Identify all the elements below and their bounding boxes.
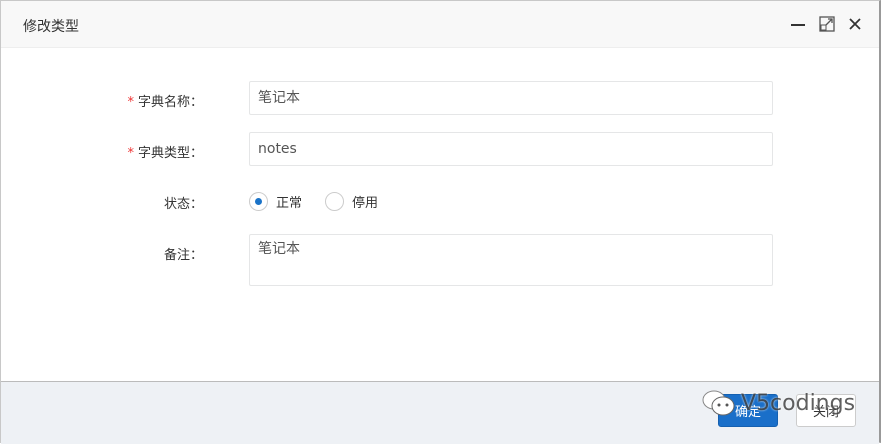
status-radio-disabled[interactable]: 停用 [325, 192, 378, 211]
close-icon[interactable] [844, 13, 866, 35]
status-label: 状态： [163, 197, 203, 212]
dialog-title: 修改类型 [23, 19, 79, 35]
maximize-icon[interactable] [816, 13, 838, 35]
remark-textarea[interactable]: 笔记本 [249, 234, 773, 286]
required-mark: * [127, 95, 134, 110]
dialog-footer: 确定 关闭 [1, 381, 879, 444]
dict-type-input[interactable]: notes [249, 132, 773, 166]
required-mark: * [127, 146, 134, 161]
radio-label: 正常 [276, 196, 303, 211]
dict-name-label: * 字典名称： [127, 91, 203, 110]
close-button[interactable]: 关闭 [796, 394, 856, 427]
dict-type-label: * 字典类型： [127, 142, 203, 161]
minimize-icon[interactable] [787, 13, 809, 35]
radio-unchecked-icon [325, 192, 344, 211]
dict-name-input[interactable]: 笔记本 [249, 81, 773, 115]
status-radio-normal[interactable]: 正常 [249, 192, 302, 211]
edit-type-dialog: 修改类型 * 字典名称： 笔记本 * 字典类型： notes 状态： 正常 停用 备… [0, 0, 881, 444]
label-text: 字典类型： [137, 146, 203, 161]
dialog-header: 修改类型 [1, 1, 879, 48]
remark-label: 备注： [163, 248, 203, 263]
label-text: 字典名称： [137, 95, 203, 110]
confirm-button[interactable]: 确定 [718, 394, 778, 427]
radio-label: 停用 [352, 196, 379, 211]
radio-checked-icon [249, 192, 268, 211]
